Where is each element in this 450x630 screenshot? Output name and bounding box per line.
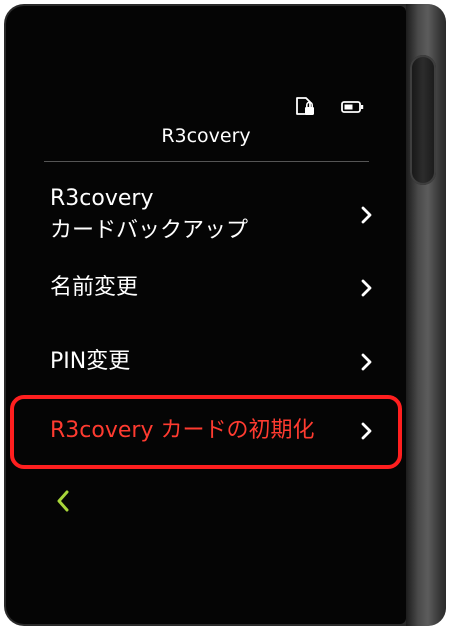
menu-item-card-backup[interactable]: R3covery カードバックアップ [44,181,374,249]
side-button[interactable] [410,55,436,185]
menu-item-label: R3covery カードバックアップ [50,186,249,243]
menu-item-label: 名前変更 [50,275,139,300]
highlight-frame [10,395,402,469]
chevron-right-icon [361,206,372,224]
status-bar [294,96,374,120]
sd-card-lock-icon [296,97,314,115]
battery-icon [341,101,364,113]
header-divider [44,161,369,162]
menu-item-change-pin[interactable]: PIN変更 [44,343,374,381]
status-icons-svg [296,97,364,115]
menu-item-label: PIN変更 [50,349,131,374]
back-button[interactable] [54,488,74,514]
chevron-right-icon [361,279,372,297]
page-title: R3covery [161,125,251,147]
device-screen: R3covery R3covery カードバックアップ 名前変更 PIN変更 R… [6,6,406,624]
menu-item-rename[interactable]: 名前変更 [44,269,374,307]
chevron-right-icon [361,353,372,371]
